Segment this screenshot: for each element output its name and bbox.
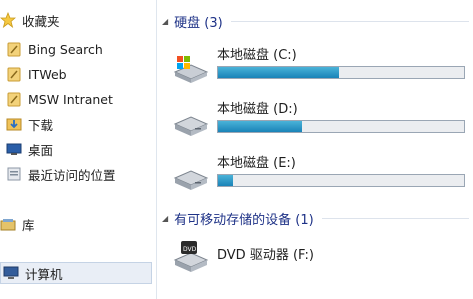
drive-label: 本地磁盘 (C:) (217, 48, 297, 63)
computer-icon (3, 265, 19, 281)
sidebar-item-label: 桌面 (28, 142, 54, 158)
sidebar-item-label: 下载 (28, 117, 54, 133)
sidebar-item-label: 最近访问的位置 (28, 167, 116, 183)
group-divider (321, 217, 469, 219)
sidebar-item-downloads[interactable]: 下载 (6, 113, 160, 135)
sidebar-libraries-label: 库 (22, 217, 35, 233)
group-divider (230, 20, 469, 22)
sidebar-item-msw-intranet[interactable]: MSW Intranet (6, 88, 160, 110)
sidebar-libraries[interactable]: 库 (0, 213, 154, 235)
sidebar-item-recent-places[interactable]: 最近访问的位置 (6, 163, 160, 185)
group-title: 硬盘 (3) (174, 15, 223, 31)
download-folder-icon (6, 116, 22, 132)
favorite-link-icon (6, 66, 22, 82)
sidebar-computer-label: 计算机 (25, 266, 63, 282)
recent-places-icon (6, 166, 22, 182)
svg-text:DVD: DVD (183, 246, 197, 253)
drive-label: 本地磁盘 (E:) (217, 156, 296, 171)
content-pane: ◢ 硬盘 (3) 本地磁盘 (C:) 本地磁盘 (D:) 本地磁盘 (E:) ◢… (157, 0, 473, 299)
drive-usage-fill (218, 67, 339, 78)
sidebar-item-desktop[interactable]: 桌面 (6, 138, 160, 160)
star-icon (0, 11, 17, 29)
drive-usage-fill (218, 121, 302, 132)
group-header-removable[interactable]: ◢ 有可移动存储的设备 (1) (157, 207, 473, 229)
sidebar-item-label: Bing Search (28, 41, 103, 57)
dvd-drive-icon: DVD (171, 240, 211, 272)
sidebar-computer[interactable]: 计算机 (0, 262, 152, 284)
navigation-pane: 收藏夹 Bing Search ITWeb MSW Intranet 下载 桌面 (0, 0, 157, 299)
favorite-link-icon (6, 91, 22, 107)
drive-usage-bar (217, 120, 465, 133)
desktop-icon (6, 141, 22, 157)
favorite-link-icon (6, 41, 22, 57)
hard-drive-icon (171, 108, 211, 138)
sidebar-item-label: MSW Intranet (28, 91, 113, 107)
system-drive-icon (171, 54, 211, 84)
library-icon (0, 216, 16, 232)
sidebar-favorites-label: 收藏夹 (22, 13, 60, 29)
drive-dvd-f[interactable]: DVD DVD 驱动器 (F:) (167, 236, 472, 290)
drive-label: DVD 驱动器 (F:) (217, 248, 314, 263)
drive-usage-bar (217, 66, 465, 79)
group-header-hard-disks[interactable]: ◢ 硬盘 (3) (157, 10, 473, 32)
drive-usage-fill (218, 175, 233, 186)
sidebar-item-bing-search[interactable]: Bing Search (6, 38, 160, 60)
drive-e[interactable]: 本地磁盘 (E:) (167, 150, 472, 204)
drive-d[interactable]: 本地磁盘 (D:) (167, 96, 472, 150)
sidebar-item-label: ITWeb (28, 66, 67, 82)
drive-c[interactable]: 本地磁盘 (C:) (167, 42, 472, 96)
collapse-triangle-icon[interactable]: ◢ (162, 214, 168, 223)
hard-drive-icon (171, 162, 211, 192)
group-title: 有可移动存储的设备 (1) (174, 212, 314, 228)
sidebar-favorites[interactable]: 收藏夹 (0, 9, 154, 31)
sidebar-item-itweb[interactable]: ITWeb (6, 63, 160, 85)
drive-usage-bar (217, 174, 465, 187)
collapse-triangle-icon[interactable]: ◢ (162, 17, 168, 26)
drive-label: 本地磁盘 (D:) (217, 102, 298, 117)
